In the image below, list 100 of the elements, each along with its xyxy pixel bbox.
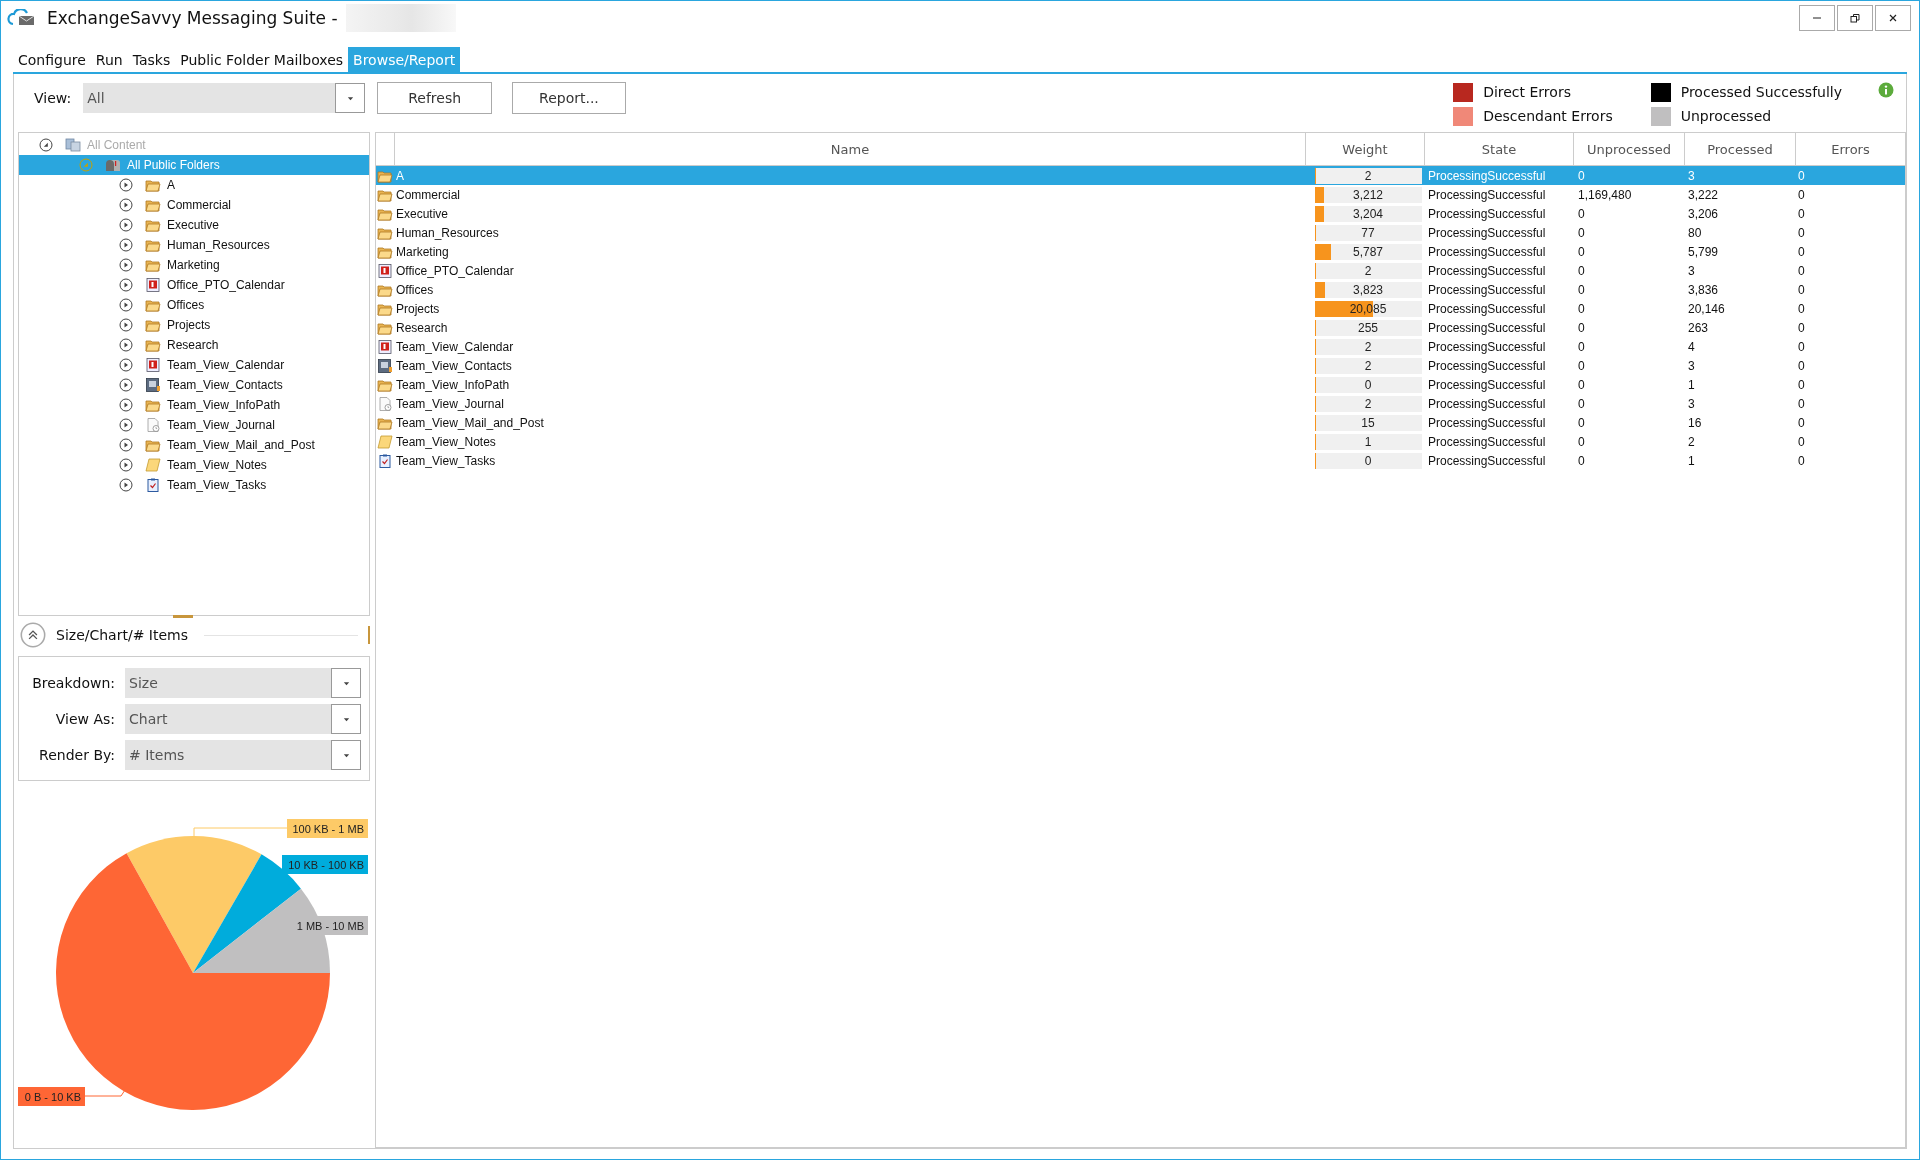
table-row[interactable]: Marketing 5,787 ProcessingSuccessful 0 5,799 0 [376, 242, 1905, 261]
dropdown[interactable]: Chart [125, 704, 361, 734]
table-cell: Team_View_Tasks [396, 453, 496, 468]
tab[interactable]: Public Folder Mailboxes [175, 47, 349, 72]
table-cell: 0 [1798, 396, 1805, 411]
table-row[interactable]: Team_View_Contacts 2 ProcessingSuccessful 0 3 0 [376, 356, 1905, 375]
legend-label: Processed Successfully [1680, 84, 1842, 100]
table-row[interactable]: Team_View_Journal 2 ProcessingSuccessful 0 3 0 [376, 394, 1905, 413]
table-cell: ProcessingSuccessful [1428, 282, 1546, 297]
folder-icon [377, 244, 393, 259]
table-row[interactable]: Executive 3,204 ProcessingSuccessful 0 3,206 0 [376, 204, 1905, 223]
table-cell: ProcessingSuccessful [1428, 434, 1546, 449]
column-header[interactable]: Unprocessed [1574, 133, 1685, 165]
table-row[interactable]: A 2 ProcessingSuccessful 0 3 0 [376, 166, 1905, 185]
folder-icon [377, 168, 393, 183]
tab[interactable]: Configure [13, 47, 91, 72]
table-cell: Team_View_Journal [396, 396, 504, 411]
table-cell: Projects [396, 301, 440, 316]
servers-icon [65, 138, 81, 152]
info-icon[interactable] [1878, 82, 1894, 98]
table-cell: 0 [1798, 225, 1805, 240]
table-row[interactable]: Offices 3,823 ProcessingSuccessful 0 3,836 0 [376, 280, 1905, 299]
legend-label: Direct Errors [1483, 84, 1571, 100]
dropdown[interactable]: # Items [125, 740, 361, 770]
column-header[interactable]: Weight [1306, 133, 1425, 165]
table-cell: A [396, 168, 404, 183]
table-row[interactable]: Team_View_InfoPath 0 ProcessingSuccessful 0 1 0 [376, 375, 1905, 394]
table-cell: 0 [1798, 187, 1805, 202]
table-row[interactable]: Research 255 ProcessingSuccessful 0 263 0 [376, 318, 1905, 337]
collapse-icon[interactable] [20, 622, 46, 648]
slice-label: 100 KB - 1 MB [287, 819, 368, 838]
section-title: Size/Chart/# Items [56, 627, 188, 643]
table-row[interactable]: Team_View_Notes 1 ProcessingSuccessful 0 2 0 [376, 432, 1905, 451]
caret-icon [342, 751, 350, 759]
table-cell: 0 [1578, 396, 1585, 411]
table-row[interactable]: Team_View_Calendar 2 ProcessingSuccessful 0 4 0 [376, 337, 1905, 356]
splitter-handle[interactable] [173, 615, 193, 618]
tab[interactable]: Run [90, 47, 128, 72]
table-cell: Team_View_Calendar [396, 339, 514, 354]
table-row[interactable]: Office_PTO_Calendar 2 ProcessingSuccessful 0 3 0 [376, 261, 1905, 280]
table-cell: 3,823 [1353, 282, 1383, 297]
column-header[interactable]: Name [395, 133, 1306, 165]
restore-button[interactable] [1837, 5, 1873, 31]
table-cell: 0 [1798, 434, 1805, 449]
table-cell: 3 [1688, 263, 1695, 278]
table-cell: 2 [1364, 263, 1372, 278]
table-cell: ProcessingSuccessful [1428, 377, 1546, 392]
table-cell: ProcessingSuccessful [1428, 339, 1546, 354]
toolbar-button[interactable]: Refresh [377, 82, 493, 114]
table-cell: ProcessingSuccessful [1428, 320, 1546, 335]
view-dropdown[interactable]: All [83, 83, 366, 113]
column-header[interactable]: Errors [1796, 133, 1905, 165]
table-row[interactable]: Human_Resources 77 ProcessingSuccessful 0 80 0 [376, 223, 1905, 242]
table-cell: 0 [1798, 358, 1805, 373]
table-cell: 0 [1798, 339, 1805, 354]
calendar-icon [377, 263, 393, 278]
table-cell: 5,787 [1353, 244, 1383, 259]
table-cell: Team_View_Mail_and_Post [396, 415, 544, 430]
table-cell: 1,169,480 [1578, 187, 1632, 202]
table-cell: 0 [1578, 244, 1585, 259]
table-cell: 0 [1578, 168, 1585, 183]
table-cell: 1 [1688, 453, 1695, 468]
table-cell: ProcessingSuccessful [1428, 244, 1546, 259]
table-row[interactable]: Commercial 3,212 ProcessingSuccessful 1,169,480 3,222 0 [376, 185, 1905, 204]
folder-icon [145, 318, 161, 332]
table-row[interactable]: Team_View_Tasks 0 ProcessingSuccessful 0 1 0 [376, 451, 1905, 470]
document-clock-icon [145, 418, 161, 432]
column-header[interactable]: State [1425, 133, 1574, 165]
field-label: Breakdown: [32, 675, 115, 691]
toolbar-button[interactable]: Report... [512, 82, 626, 114]
note-icon [145, 458, 161, 472]
close-icon [1888, 13, 1898, 23]
table-cell: Marketing [396, 244, 449, 259]
table-cell: Team_View_Contacts [396, 358, 512, 373]
tab[interactable]: Tasks [127, 47, 176, 72]
table-cell: 0 [1798, 206, 1805, 221]
table-cell: ProcessingSuccessful [1428, 453, 1546, 468]
table-cell: ProcessingSuccessful [1428, 263, 1546, 278]
table-cell: 0 [1578, 206, 1585, 221]
table-cell: 3 [1688, 358, 1695, 373]
table-cell: ProcessingSuccessful [1428, 225, 1546, 240]
table-cell: 2 [1364, 358, 1372, 373]
table-cell: 0 [1798, 320, 1805, 335]
folder-icon [145, 298, 161, 312]
mailbox-icon [105, 158, 121, 172]
address-book-icon [145, 378, 161, 392]
folder-icon [145, 398, 161, 412]
window-title: ExchangeSavvy Messaging Suite - [47, 8, 338, 28]
leader-line [84, 1089, 126, 1097]
field-label: Render By: [39, 747, 115, 763]
table-cell: 2 [1364, 339, 1372, 354]
table-cell: Team_View_Notes [396, 434, 496, 449]
table-cell: ProcessingSuccessful [1428, 415, 1546, 430]
dropdown[interactable]: Size [125, 668, 361, 698]
column-header[interactable]: Processed [1685, 133, 1796, 165]
table-row[interactable]: Team_View_Mail_and_Post 15 ProcessingSuccessful 0 16 0 [376, 413, 1905, 432]
table-cell: ProcessingSuccessful [1428, 168, 1546, 183]
table-cell: 15 [1361, 415, 1375, 430]
caret-icon [342, 679, 350, 687]
table-cell: 0 [1798, 377, 1805, 392]
